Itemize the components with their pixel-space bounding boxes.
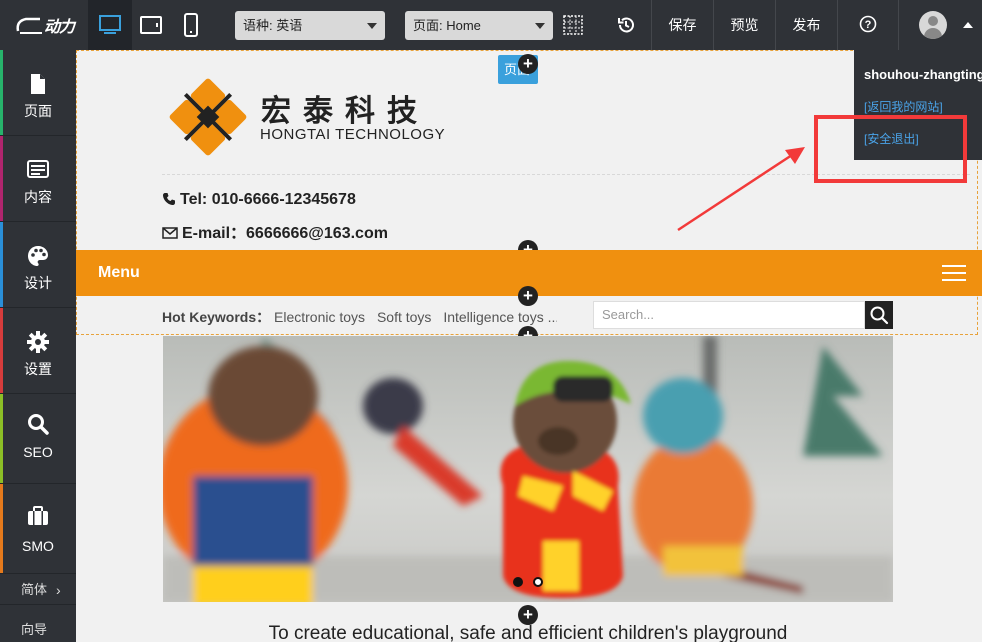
add-section-button[interactable]: + — [518, 286, 538, 306]
page-icon — [31, 74, 45, 94]
phone-icon — [163, 193, 175, 205]
username: shouhou-zhangting — [864, 67, 982, 82]
company-name-en: HONGTAI TECHNOLOGY — [260, 126, 446, 143]
highlight-box — [814, 115, 967, 183]
contact-email-text: E-mail：6666666@163.com — [182, 225, 388, 242]
history-button[interactable] — [602, 0, 650, 50]
sidebar-item-label: 设置 — [24, 361, 52, 377]
svg-text:?: ? — [865, 19, 872, 31]
left-sidebar: 页面 内容 设计 设置 SEO SMO 简体 › 向导 — [0, 50, 76, 642]
company-name-cn: 宏泰科技 — [261, 94, 429, 129]
contact-email: E-mail：6666666@163.com — [162, 219, 388, 243]
app-logo[interactable]: 动力 — [14, 13, 84, 37]
language-switch-label: 简体 — [21, 582, 48, 597]
mobile-view-button[interactable] — [169, 0, 213, 50]
sidebar-item-seo[interactable]: SEO — [0, 394, 76, 484]
grid-icon — [563, 15, 583, 35]
sidebar-item-smo[interactable]: SMO — [0, 484, 76, 574]
tablet-view-button[interactable] — [129, 0, 173, 50]
search-icon — [28, 414, 49, 435]
sidebar-item-label: SEO — [23, 444, 53, 460]
add-section-button[interactable]: + — [518, 605, 538, 625]
banner-slider[interactable] — [163, 336, 893, 602]
back-to-site-link[interactable]: [返回我的网站] — [864, 98, 943, 115]
language-select[interactable]: 语种: 英语 — [235, 11, 385, 40]
gear-icon — [27, 331, 49, 353]
user-avatar[interactable] — [919, 11, 947, 39]
desktop-view-button[interactable] — [88, 0, 132, 50]
company-logo — [169, 78, 247, 156]
banner-image — [163, 336, 893, 602]
content-list-icon — [27, 160, 49, 178]
help-button[interactable]: ? — [837, 0, 899, 50]
help-icon: ? — [859, 15, 877, 33]
logo-icon: 动力 — [16, 17, 78, 36]
chevron-up-icon[interactable] — [963, 22, 973, 28]
chevron-down-icon — [367, 23, 377, 29]
sidebar-item-label: 内容 — [24, 189, 52, 205]
envelope-icon — [162, 227, 178, 239]
sidebar-item-label: 设计 — [24, 275, 52, 291]
sidebar-item-pages[interactable]: 页面 — [0, 50, 76, 136]
sidebar-item-content[interactable]: 内容 — [0, 136, 76, 222]
chevron-down-icon — [535, 23, 545, 29]
slogan-text: To create educational, safe and efficien… — [268, 623, 788, 642]
hot-keywords-label: Hot Keywords： — [162, 309, 271, 325]
slider-dot[interactable] — [533, 577, 543, 587]
page-select[interactable]: 页面: Home — [405, 11, 553, 40]
hot-keyword-link[interactable]: Electronic toys — [274, 309, 365, 325]
palette-icon — [28, 246, 48, 266]
language-switch[interactable]: 简体 › — [0, 575, 76, 605]
preview-button[interactable]: 预览 — [713, 0, 775, 50]
history-icon — [618, 17, 634, 33]
save-button[interactable]: 保存 — [651, 0, 713, 50]
page-select-value: 页面: Home — [413, 18, 481, 33]
tablet-icon — [140, 16, 162, 34]
language-select-value: 语种: 英语 — [243, 18, 303, 33]
menu-label: Menu — [98, 264, 140, 281]
publish-button[interactable]: 发布 — [775, 0, 837, 50]
sidebar-item-settings[interactable]: 设置 — [0, 308, 76, 394]
site-search-button[interactable] — [865, 301, 893, 329]
desktop-icon — [99, 15, 121, 34]
chevron-right-icon: › — [56, 582, 61, 598]
mobile-icon — [184, 13, 198, 37]
svg-text:动力: 动力 — [44, 17, 77, 36]
search-icon — [870, 306, 889, 325]
contact-tel-text: Tel: 010-6666-12345678 — [180, 191, 356, 208]
slider-dot-active[interactable] — [513, 577, 523, 587]
grid-toggle-button[interactable] — [560, 0, 586, 50]
guide-link[interactable]: 向导 — [0, 615, 76, 642]
top-toolbar: 动力 语种: 英语 页面: Home 保存 预览 发布 ? — [0, 0, 982, 50]
add-section-button[interactable]: + — [518, 54, 538, 74]
site-search-input[interactable]: Search... — [593, 301, 865, 329]
briefcase-icon — [28, 506, 48, 525]
sidebar-item-design[interactable]: 设计 — [0, 222, 76, 308]
hot-keyword-link[interactable]: Intelligence toys ... — [443, 309, 557, 325]
hot-keyword-link[interactable]: Soft toys — [377, 309, 431, 325]
hot-keywords: Hot Keywords： Electronic toys Soft toys … — [162, 307, 557, 327]
hamburger-icon[interactable] — [942, 265, 966, 281]
sidebar-item-label: SMO — [22, 538, 54, 554]
contact-tel: Tel: 010-6666-12345678 — [162, 191, 356, 209]
sidebar-item-label: 页面 — [24, 103, 52, 119]
